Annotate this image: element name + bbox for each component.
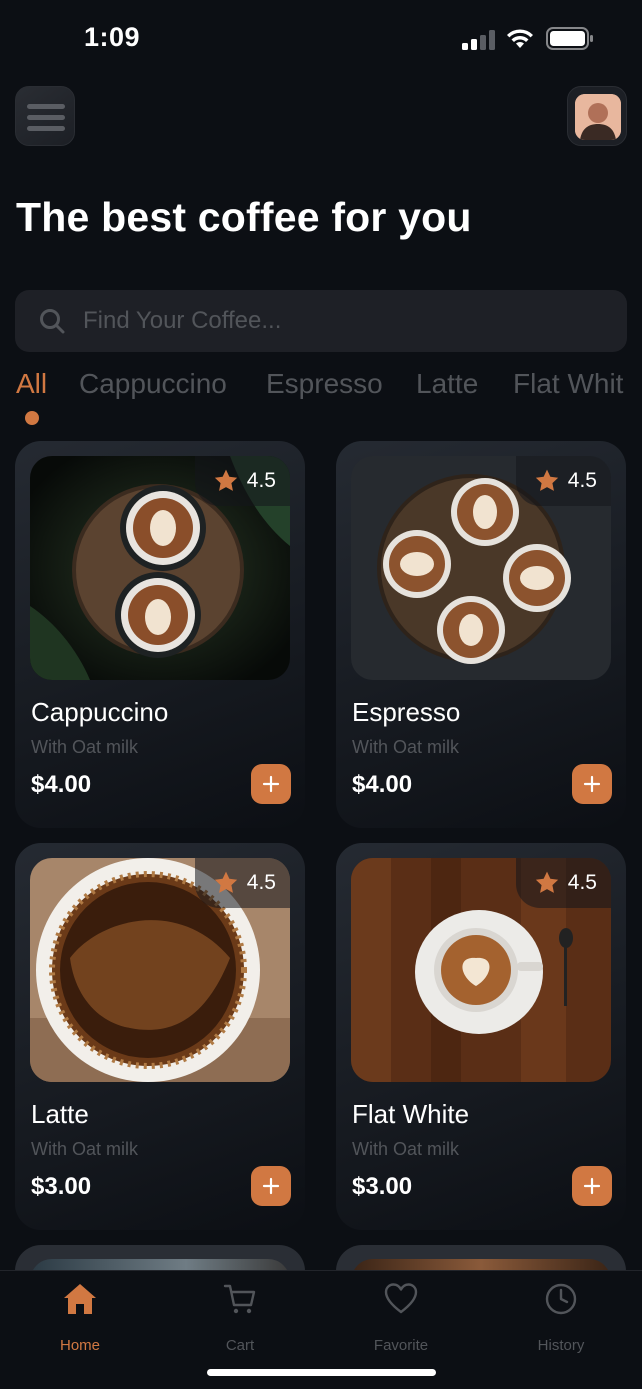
home-indicator xyxy=(207,1369,436,1376)
product-card-cappuccino[interactable]: 4.5 Cappuccino With Oat milk $4.00 xyxy=(15,441,305,828)
star-icon xyxy=(214,469,237,491)
nav-history[interactable]: History xyxy=(501,1281,621,1361)
product-name: Flat White xyxy=(352,1099,470,1129)
nav-label: Home xyxy=(59,1337,100,1354)
search-input[interactable] xyxy=(83,290,603,352)
status-time: 1:09 xyxy=(84,22,141,52)
tab-espresso[interactable]: Espresso xyxy=(266,368,383,400)
heart-icon xyxy=(384,1283,418,1314)
product-subtitle: With Oat milk xyxy=(31,1139,139,1159)
menu-button[interactable] xyxy=(15,86,75,146)
wifi-icon xyxy=(507,29,533,48)
rating-value: 4.5 xyxy=(246,871,276,894)
person-avatar-icon xyxy=(575,94,621,140)
star-icon xyxy=(214,871,237,893)
product-subtitle: With Oat milk xyxy=(352,737,460,757)
status-bar: 1:09 xyxy=(0,0,642,76)
tab-all[interactable]: All xyxy=(16,368,47,400)
product-card-flat-white[interactable]: 4.5 Flat White With Oat milk $3.00 xyxy=(336,843,626,1230)
star-icon xyxy=(535,871,558,893)
product-image: 4.5 xyxy=(351,858,611,1082)
tab-cappuccino[interactable]: Cappuccino xyxy=(79,368,227,400)
product-name: Espresso xyxy=(352,697,461,727)
product-image: 4.5 xyxy=(30,858,290,1082)
product-name: Latte xyxy=(31,1099,89,1129)
product-name: Cappuccino xyxy=(31,697,169,727)
product-card-espresso[interactable]: 4.5 Espresso With Oat milk $4.00 xyxy=(336,441,626,828)
battery-icon xyxy=(546,27,593,50)
add-to-cart-button[interactable] xyxy=(251,764,291,804)
add-to-cart-button[interactable] xyxy=(572,764,612,804)
product-price: $3.00 xyxy=(352,1173,413,1200)
product-card-latte[interactable]: 4.5 Latte With Oat milk $3.00 xyxy=(15,843,305,1230)
rating-value: 4.5 xyxy=(567,469,597,492)
rating-value: 4.5 xyxy=(567,871,597,894)
plus-icon xyxy=(262,775,280,793)
product-image: 4.5 xyxy=(30,456,290,680)
clock-icon xyxy=(545,1283,577,1315)
product-price: $3.00 xyxy=(31,1173,92,1200)
plus-icon xyxy=(583,1177,601,1195)
nav-cart[interactable]: Cart xyxy=(180,1281,300,1361)
rating-value: 4.5 xyxy=(246,469,276,492)
search-icon xyxy=(40,309,65,334)
avatar xyxy=(575,94,621,140)
tab-flat-white[interactable]: Flat Whit xyxy=(513,368,623,400)
add-to-cart-button[interactable] xyxy=(572,1166,612,1206)
rating-badge: 4.5 xyxy=(515,456,611,506)
cart-icon xyxy=(223,1284,256,1314)
plus-icon xyxy=(583,775,601,793)
nav-label: History xyxy=(537,1337,585,1354)
profile-avatar-button[interactable] xyxy=(567,86,627,146)
active-tab-indicator xyxy=(25,411,39,425)
rating-badge: 4.5 xyxy=(194,858,290,908)
menu-icon xyxy=(27,104,65,109)
nav-home[interactable]: Home xyxy=(20,1281,140,1361)
product-subtitle: With Oat milk xyxy=(352,1139,460,1159)
cellular-signal-icon xyxy=(462,30,495,50)
product-price: $4.00 xyxy=(31,771,92,798)
add-to-cart-button[interactable] xyxy=(251,1166,291,1206)
rating-badge: 4.5 xyxy=(515,858,611,908)
tab-latte[interactable]: Latte xyxy=(416,368,478,400)
category-tabs: All Cappuccino Espresso Latte Flat Whit xyxy=(0,366,642,430)
product-price: $4.00 xyxy=(352,771,413,798)
star-icon xyxy=(535,469,558,491)
rating-badge: 4.5 xyxy=(194,456,290,506)
home-icon xyxy=(64,1284,96,1314)
product-image: 4.5 xyxy=(351,456,611,680)
nav-label: Cart xyxy=(225,1337,255,1354)
plus-icon xyxy=(262,1177,280,1195)
nav-favorite[interactable]: Favorite xyxy=(341,1281,461,1361)
search-bar[interactable] xyxy=(15,290,627,352)
page-title: The best coffee for you xyxy=(16,194,472,240)
nav-label: Favorite xyxy=(373,1337,429,1354)
product-subtitle: With Oat milk xyxy=(31,737,139,757)
